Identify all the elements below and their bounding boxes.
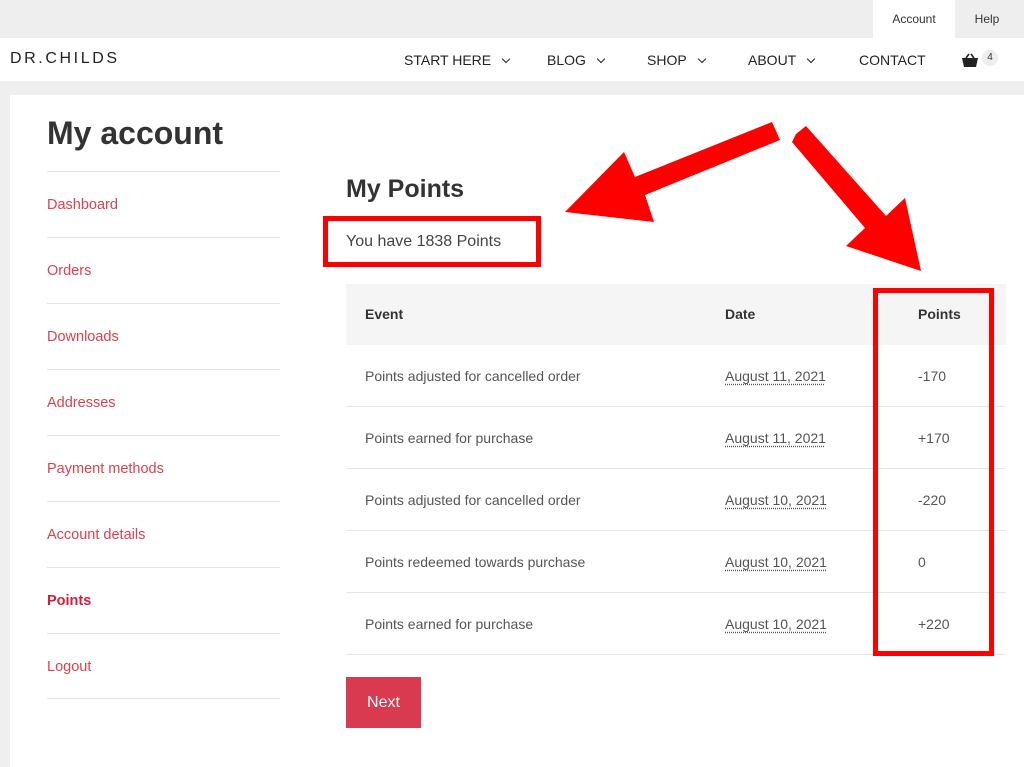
nav-about[interactable]: ABOUT <box>748 38 816 81</box>
table-header: Event Date Points <box>346 284 1006 345</box>
header-points: Points <box>918 306 961 322</box>
chevron-down-icon <box>596 54 606 64</box>
header-event: Event <box>365 306 404 322</box>
table-row: Points adjusted for cancelled order Augu… <box>346 345 1006 407</box>
event-cell: Points adjusted for cancelled order <box>365 492 581 508</box>
date-cell: August 11, 2021 <box>725 368 826 384</box>
content-card: My account Dashboard Orders Downloads Ad… <box>10 95 1024 767</box>
points-cell: +220 <box>918 616 950 632</box>
header-date: Date <box>725 306 756 322</box>
points-table: Event Date Points Points adjusted for ca… <box>346 284 1006 655</box>
points-balance: You have 1838 Points <box>346 233 502 250</box>
nav-contact[interactable]: CONTACT <box>859 38 926 81</box>
table-row: Points earned for purchase August 11, 20… <box>346 407 1006 469</box>
site-logo[interactable]: DR.CHILDS <box>10 50 120 68</box>
sidebar-item-account-details[interactable]: Account details <box>47 501 280 567</box>
points-cell: -220 <box>918 492 947 508</box>
event-cell: Points redeemed towards purchase <box>365 554 586 570</box>
sidebar-item-addresses[interactable]: Addresses <box>47 369 280 435</box>
sidebar-item-payment-methods[interactable]: Payment methods <box>47 435 280 501</box>
section-title: My Points <box>346 175 465 203</box>
nav-label: BLOG <box>547 52 586 68</box>
nav-label: START HERE <box>404 52 492 68</box>
event-cell: Points earned for purchase <box>365 430 534 446</box>
date-cell: August 10, 2021 <box>725 492 827 508</box>
sidebar-item-points[interactable]: Points <box>47 567 280 633</box>
table-row: Points redeemed towards purchase August … <box>346 531 1006 593</box>
page-title: My account <box>47 115 224 151</box>
chevron-down-icon <box>697 54 706 64</box>
sidebar-item-dashboard[interactable]: Dashboard <box>47 171 280 237</box>
account-tab[interactable]: Account <box>873 0 955 38</box>
table-row: Points adjusted for cancelled order Augu… <box>346 469 1006 531</box>
sidebar-item-downloads[interactable]: Downloads <box>47 303 280 369</box>
cart-count-badge: 4 <box>982 50 998 66</box>
points-cell: 0 <box>918 554 926 570</box>
nav-label: SHOP <box>647 52 687 68</box>
help-tab[interactable]: Help <box>955 0 1019 38</box>
date-cell: August 10, 2021 <box>725 616 827 632</box>
nav-start-here[interactable]: START HERE <box>404 38 511 81</box>
next-button[interactable]: Next <box>346 677 421 728</box>
nav-blog[interactable]: BLOG <box>547 38 606 81</box>
event-cell: Points adjusted for cancelled order <box>365 368 581 384</box>
nav-label: ABOUT <box>748 52 797 68</box>
nav-label: CONTACT <box>859 52 926 68</box>
points-cell: -170 <box>918 368 947 384</box>
points-cell: +170 <box>918 430 950 446</box>
date-cell: August 11, 2021 <box>725 430 826 446</box>
cart-button[interactable]: 4 <box>961 50 1001 72</box>
nav-shop[interactable]: SHOP <box>647 38 706 81</box>
site-header: DR.CHILDS START HERE BLOG SHOP ABOUT CON… <box>0 38 1024 81</box>
sidebar-item-logout[interactable]: Logout <box>47 633 280 699</box>
basket-icon <box>962 53 978 67</box>
sidebar-item-orders[interactable]: Orders <box>47 237 280 303</box>
chevron-down-icon <box>501 54 511 64</box>
top-utility-bar: Account Help <box>0 0 1024 38</box>
event-cell: Points earned for purchase <box>365 616 534 632</box>
table-row: Points earned for purchase August 10, 20… <box>346 593 1006 655</box>
chevron-down-icon <box>806 54 816 64</box>
date-cell: August 10, 2021 <box>725 554 827 570</box>
account-sidebar: Dashboard Orders Downloads Addresses Pay… <box>47 171 280 699</box>
